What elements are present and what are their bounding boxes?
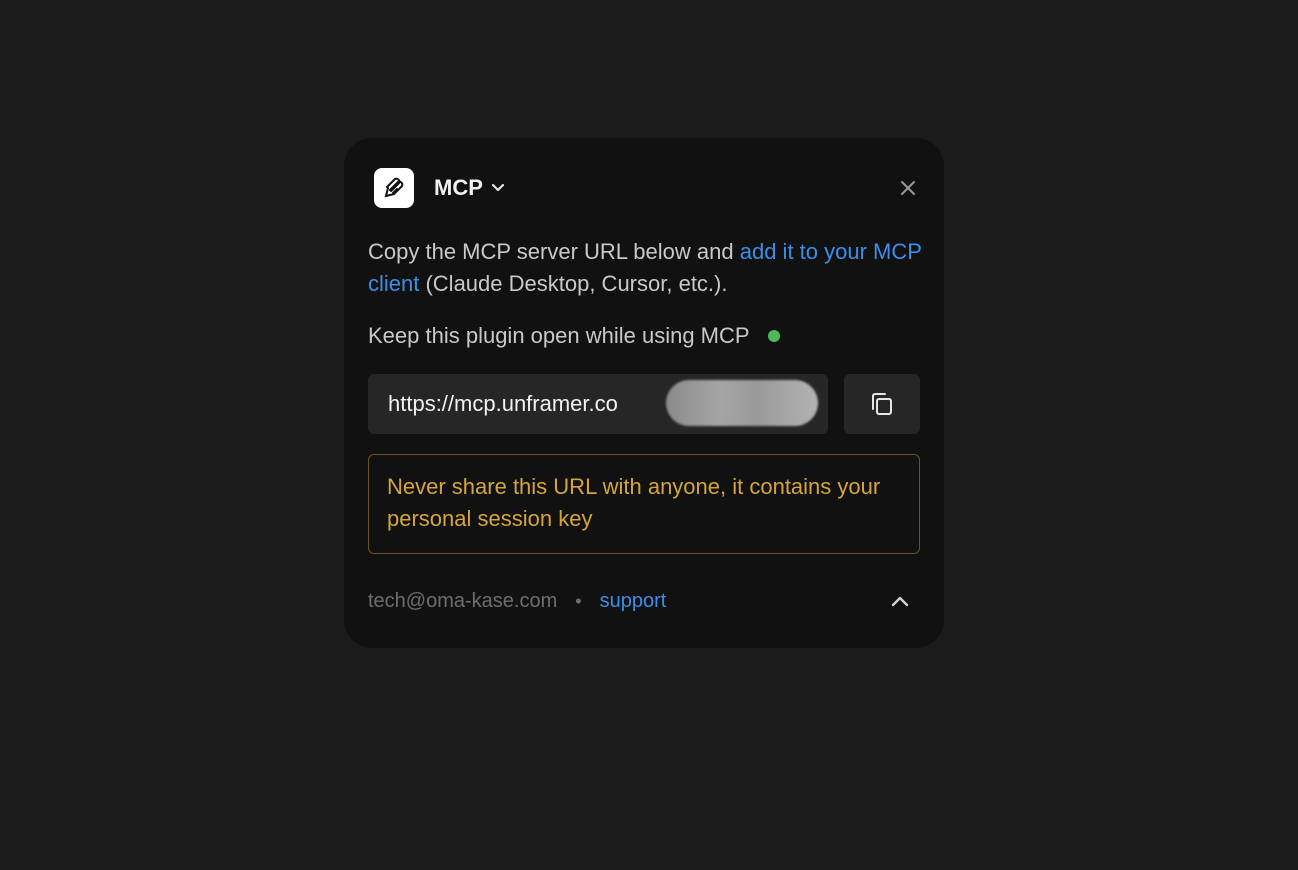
description-before: Copy the MCP server URL below and [368, 239, 740, 264]
panel-footer: tech@oma-kase.com • support [368, 586, 920, 616]
chevron-down-icon [491, 183, 505, 193]
copy-url-button[interactable] [844, 374, 920, 434]
warning-box: Never share this URL with anyone, it con… [368, 454, 920, 554]
mcp-url-value: https://mcp.unframer.co [388, 391, 618, 416]
panel-header: MCP [374, 168, 920, 208]
mcp-url-field[interactable]: https://mcp.unframer.co [368, 374, 828, 434]
redacted-url-blur [666, 380, 818, 426]
chevron-up-icon [891, 596, 909, 607]
copy-icon [872, 393, 892, 415]
plugin-title: MCP [434, 175, 483, 200]
collapse-button[interactable] [888, 589, 912, 613]
account-email: tech@oma-kase.com [368, 589, 558, 612]
framer-logo-icon [374, 168, 414, 208]
description-text: Copy the MCP server URL below and add it… [368, 236, 928, 300]
warning-text: Never share this URL with anyone, it con… [387, 474, 881, 531]
footer-separator: • [575, 590, 582, 611]
status-text: Keep this plugin open while using MCP [368, 323, 750, 348]
mcp-plugin-panel: MCP Copy the MCP server URL below and ad… [344, 138, 944, 648]
description-after: (Claude Desktop, Cursor, etc.). [419, 271, 728, 296]
close-button[interactable] [896, 176, 920, 200]
status-indicator-dot [767, 330, 780, 342]
close-icon [901, 181, 915, 195]
plugin-title-dropdown[interactable]: MCP [434, 175, 505, 201]
support-link[interactable]: support [600, 590, 667, 613]
status-row: Keep this plugin open while using MCP [368, 320, 780, 352]
